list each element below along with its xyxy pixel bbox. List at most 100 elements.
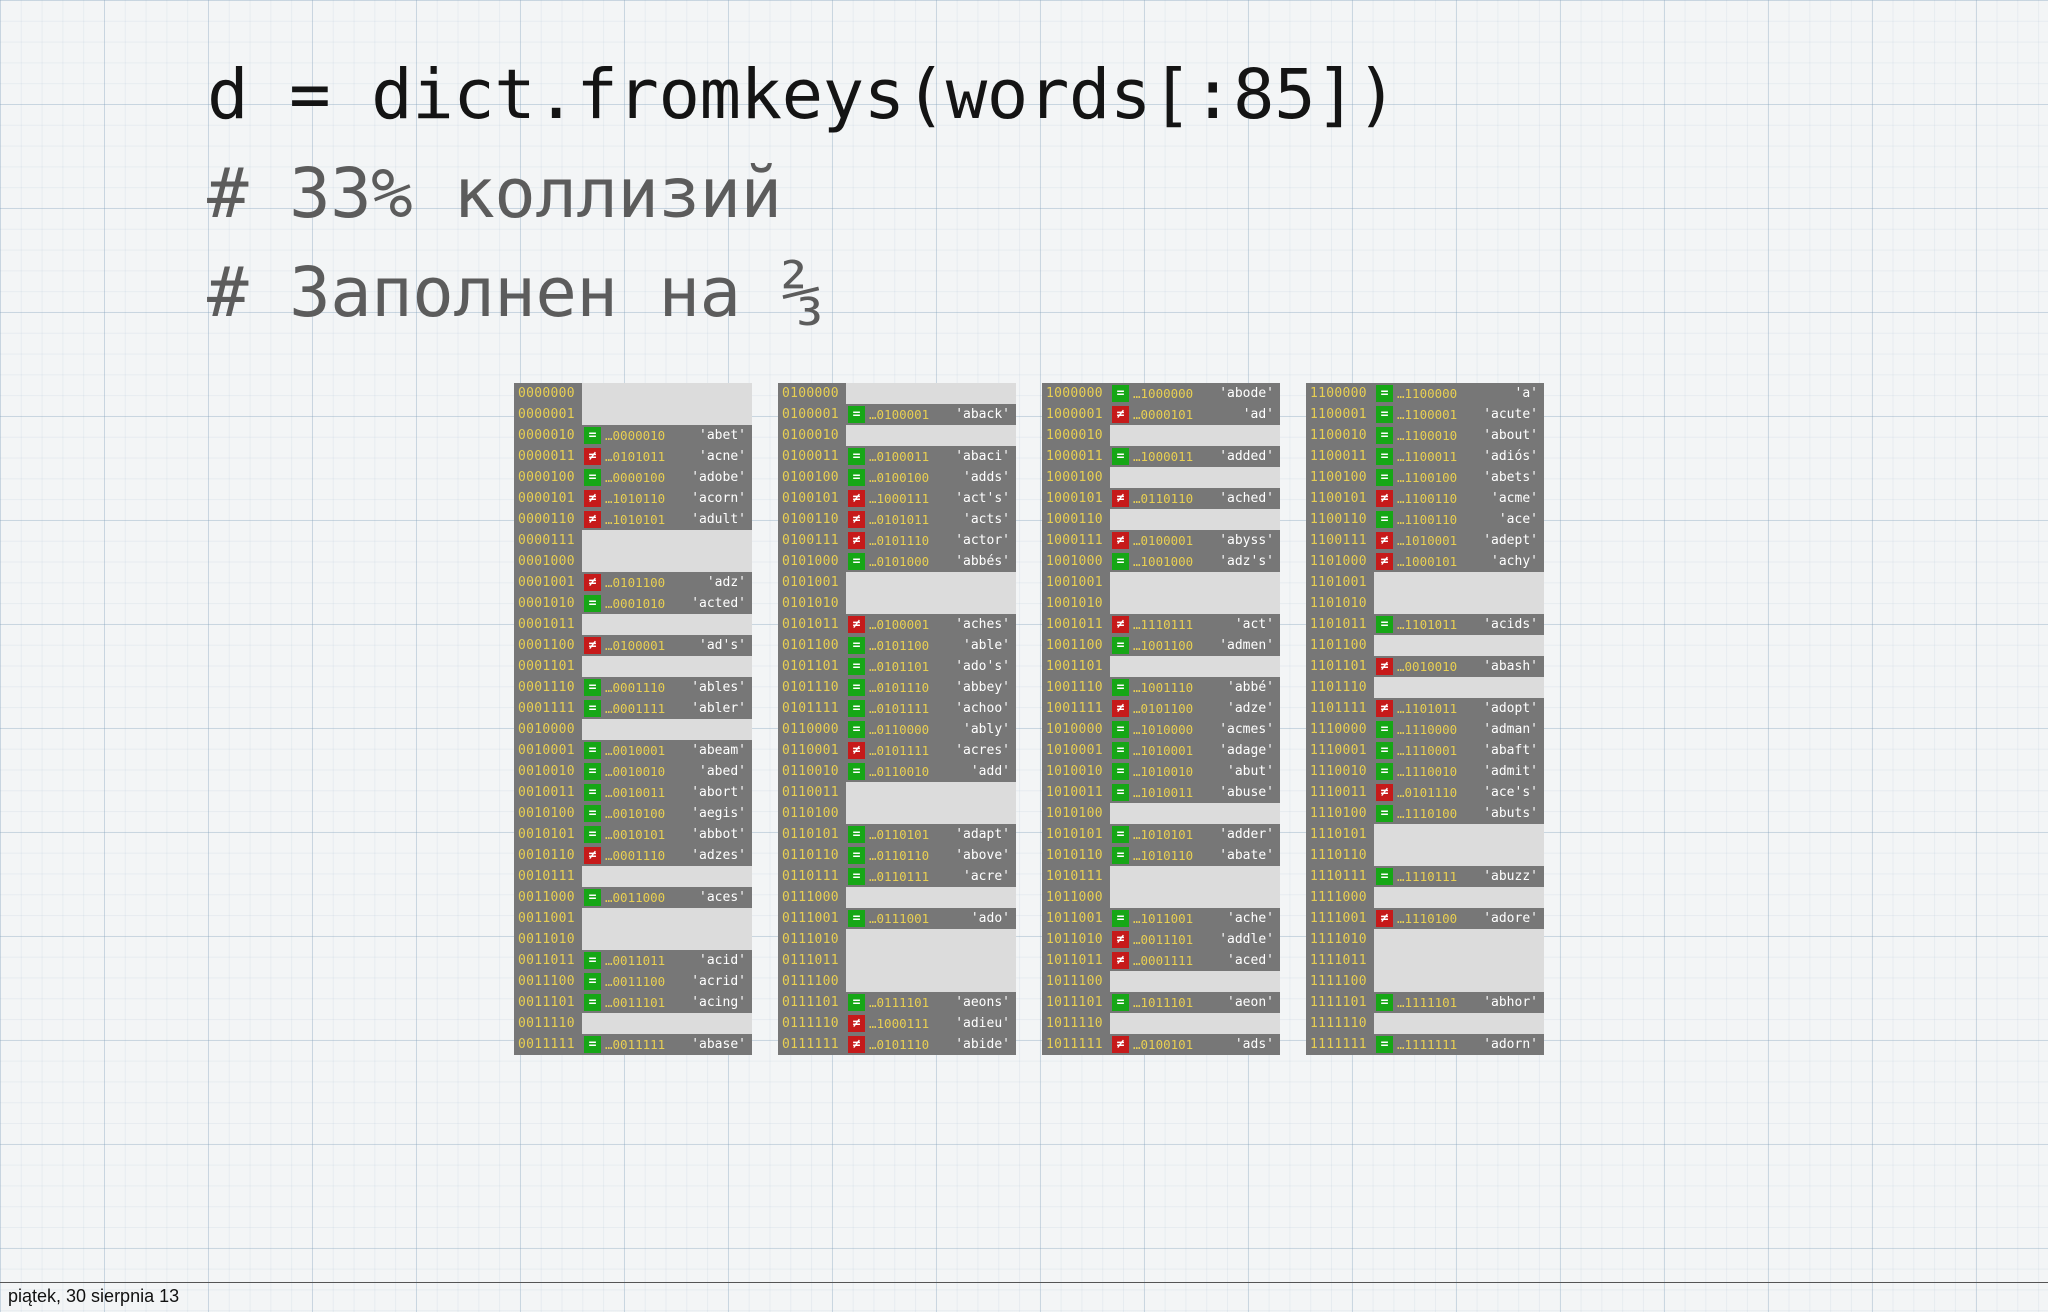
key-word: 'ad's' [699, 638, 746, 653]
table-row: 0100011 = …0100011 'abaci' [778, 446, 1016, 467]
match-icon: = [584, 1036, 601, 1053]
table-row: 1100111 ≠ …1010001 'adept' [1306, 530, 1544, 551]
slot-index: 0111100 [778, 971, 846, 992]
match-icon: = [1112, 784, 1129, 801]
match-icon: = [1376, 448, 1393, 465]
collision-icon: ≠ [848, 742, 865, 759]
hash-bits: …0011111 [605, 1037, 666, 1052]
match-icon: = [584, 742, 601, 759]
collision-icon: ≠ [1376, 910, 1393, 927]
slot-index: 1001110 [1042, 677, 1110, 698]
table-row: 1101110 [1306, 677, 1544, 698]
key-word: 'ache' [1227, 911, 1274, 926]
slot-index: 0110110 [778, 845, 846, 866]
collision-icon: ≠ [1112, 616, 1129, 633]
table-row: 0101101 = …0101101 'ado's' [778, 656, 1016, 677]
table-row: 1001110 = …1001110 'abbé' [1042, 677, 1280, 698]
hash-bits: …0001010 [605, 596, 666, 611]
key-word: 'above' [955, 848, 1010, 863]
table-row: 1011111 ≠ …0100101 'ads' [1042, 1034, 1280, 1055]
table-row: 1000101 ≠ …0110110 'ached' [1042, 488, 1280, 509]
slot-index: 0110011 [778, 782, 846, 803]
key-word: 'abort' [691, 785, 746, 800]
match-icon: = [848, 910, 865, 927]
table-row: 0110000 = …0110000 'ably' [778, 719, 1016, 740]
hash-bits: …1000011 [1133, 449, 1194, 464]
match-icon: = [848, 721, 865, 738]
slot-index: 1010001 [1042, 740, 1110, 761]
collision-icon: ≠ [1112, 700, 1129, 717]
match-icon: = [848, 994, 865, 1011]
table-row: 0011110 [514, 1013, 752, 1034]
slot-index: 0111000 [778, 887, 846, 908]
key-word: 'abbé' [1227, 680, 1274, 695]
slot-index: 1010111 [1042, 866, 1110, 887]
table-row: 1001101 [1042, 656, 1280, 677]
match-icon: = [1376, 805, 1393, 822]
slot-index: 0111011 [778, 950, 846, 971]
key-word: 'achoo' [955, 701, 1010, 716]
hash-bits: …1110100 [1397, 806, 1458, 821]
table-row: 0101000 = …0101000 'abbés' [778, 551, 1016, 572]
hash-bits: …1101011 [1397, 617, 1458, 632]
hash-bits: …0100001 [1133, 533, 1194, 548]
key-word: 'actor' [955, 533, 1010, 548]
hash-bits: …0000010 [605, 428, 666, 443]
collision-icon: ≠ [1112, 490, 1129, 507]
hash-bits: …0111001 [869, 911, 930, 926]
slot-index: 0011100 [514, 971, 582, 992]
match-icon: = [1376, 742, 1393, 759]
table-row: 0111011 [778, 950, 1016, 971]
hash-bits: …0101110 [1397, 785, 1458, 800]
hash-bits: …0101110 [869, 1037, 930, 1052]
table-row: 1111100 [1306, 971, 1544, 992]
key-word: 'acrid' [691, 974, 746, 989]
table-row: 1000001 ≠ …0000101 'ad' [1042, 404, 1280, 425]
slot-index: 0000110 [514, 509, 582, 530]
table-row: 1011011 ≠ …0001111 'aced' [1042, 950, 1280, 971]
hash-bits: …0010010 [1397, 659, 1458, 674]
key-word: 'aces' [699, 890, 746, 905]
table-row: 0010101 = …0010101 'abbot' [514, 824, 752, 845]
table-row: 1110010 = …1110010 'admit' [1306, 761, 1544, 782]
key-word: 'abut' [1227, 764, 1274, 779]
table-row: 0101011 ≠ …0100001 'aches' [778, 614, 1016, 635]
slot-index: 1000100 [1042, 467, 1110, 488]
table-row: 0000110 ≠ …1010101 'adult' [514, 509, 752, 530]
collision-icon: ≠ [848, 616, 865, 633]
collision-icon: ≠ [1376, 658, 1393, 675]
table-row: 0111000 [778, 887, 1016, 908]
table-row: 1011100 [1042, 971, 1280, 992]
match-icon: = [1376, 511, 1393, 528]
hash-bits: …0100011 [869, 449, 930, 464]
match-icon: = [1376, 1036, 1393, 1053]
table-row: 1000100 [1042, 467, 1280, 488]
key-word: 'abyss' [1219, 533, 1274, 548]
slot-index: 0010000 [514, 719, 582, 740]
match-icon: = [848, 553, 865, 570]
table-row: 1010010 = …1010010 'abut' [1042, 761, 1280, 782]
table-row: 0110111 = …0110111 'acre' [778, 866, 1016, 887]
slot-index: 0100000 [778, 383, 846, 404]
slot-index: 1111000 [1306, 887, 1374, 908]
key-word: 'abhor' [1483, 995, 1538, 1010]
key-word: 'added' [1219, 449, 1274, 464]
slot-index: 1100001 [1306, 404, 1374, 425]
key-word: 'abuts' [1483, 806, 1538, 821]
key-word: 'acids' [1483, 617, 1538, 632]
key-word: 'act's' [955, 491, 1010, 506]
table-row: 0100010 [778, 425, 1016, 446]
slot-index: 1010000 [1042, 719, 1110, 740]
table-row: 0000001 [514, 404, 752, 425]
match-icon: = [1376, 721, 1393, 738]
collision-icon: ≠ [584, 511, 601, 528]
table-row: 1101101 ≠ …0010010 'abash' [1306, 656, 1544, 677]
key-word: 'a' [1514, 386, 1538, 401]
match-icon: = [1112, 847, 1129, 864]
match-icon: = [1112, 385, 1129, 402]
slot-index: 1101011 [1306, 614, 1374, 635]
table-row: 0000111 [514, 530, 752, 551]
table-row: 1011001 = …1011001 'ache' [1042, 908, 1280, 929]
slot-index: 1111111 [1306, 1034, 1374, 1055]
slot-index: 1111100 [1306, 971, 1374, 992]
